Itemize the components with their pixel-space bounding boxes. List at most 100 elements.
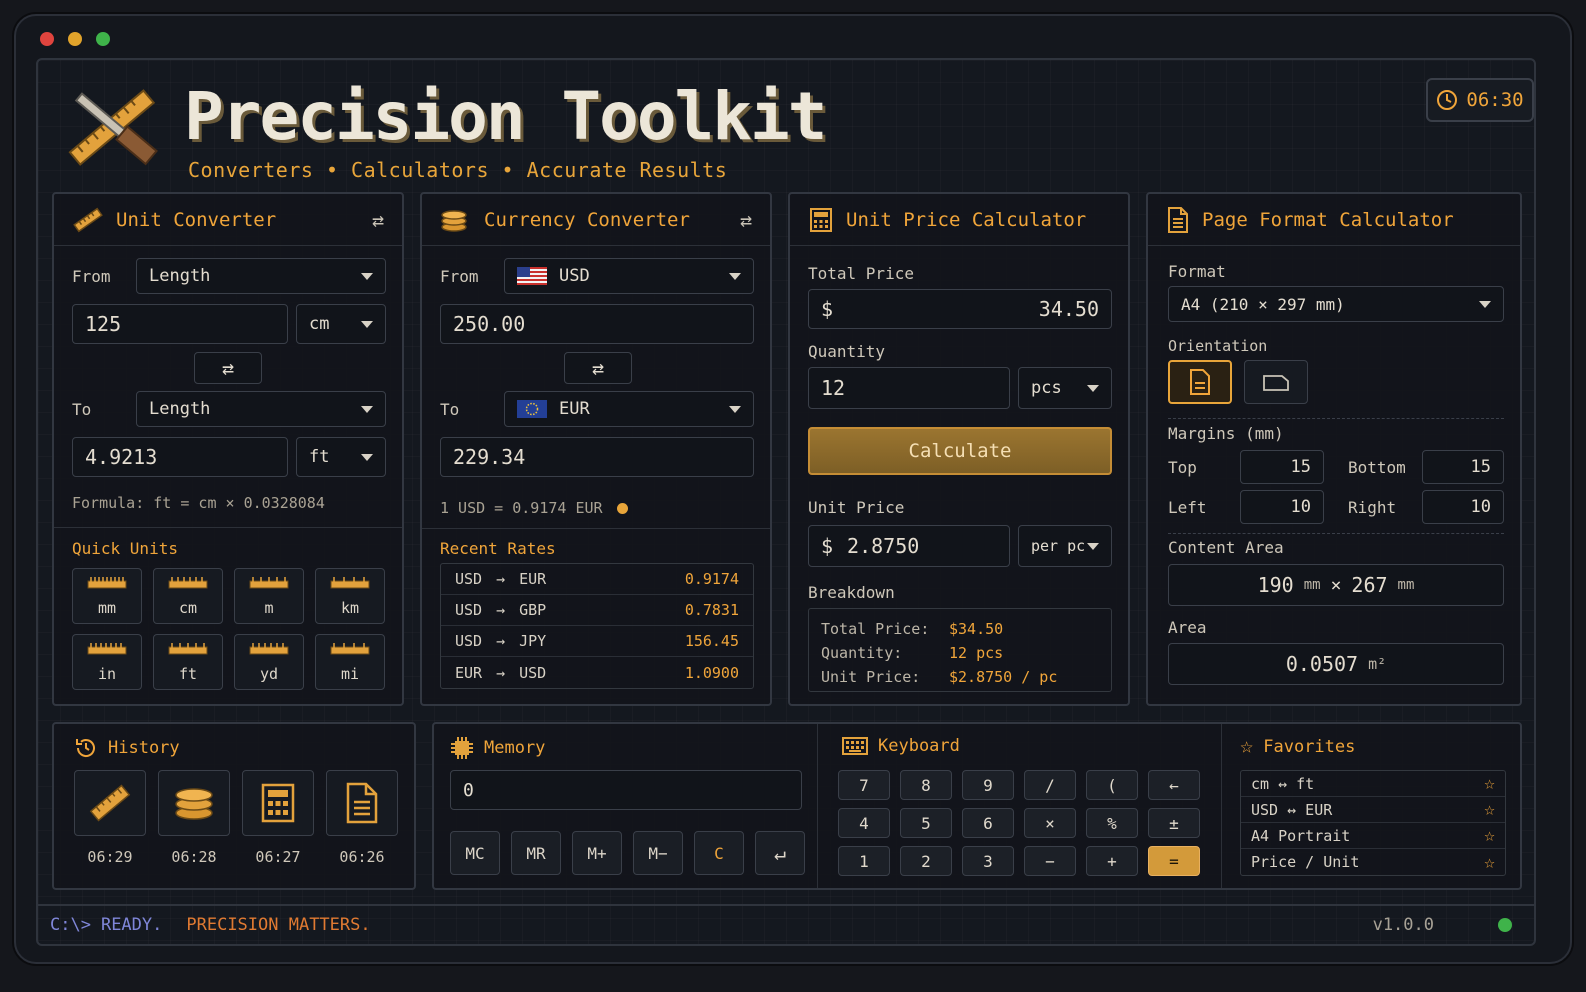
landscape-orientation-button[interactable] (1244, 360, 1308, 404)
right-margin-input[interactable]: 10 (1422, 490, 1504, 524)
key-plus-minus[interactable]: ± (1148, 808, 1200, 838)
from-amount-input[interactable]: 250.00 (440, 304, 754, 344)
ruler-icon (168, 575, 208, 593)
rate-row[interactable]: USD → GBP 0.7831 (441, 595, 753, 626)
portrait-orientation-button[interactable] (1168, 360, 1232, 404)
rate-to: USD (519, 663, 547, 682)
from-category-select[interactable]: Length (136, 258, 386, 294)
command-prompt: C:\> (50, 915, 91, 935)
breakdown-row: Total Price: $34.50 (821, 617, 1099, 641)
quantity-input[interactable]: 12 (808, 367, 1010, 409)
rate-row[interactable]: EUR → USD 1.0900 (441, 657, 753, 688)
minimize-window-button[interactable] (68, 32, 82, 46)
memory-subtract-button[interactable]: M− (633, 831, 683, 875)
ruler-glyph (168, 577, 208, 589)
clear-button[interactable]: C (694, 831, 744, 875)
memory-clear-button[interactable]: MC (450, 831, 500, 875)
star-icon[interactable]: ☆ (1484, 825, 1495, 846)
key-3[interactable]: 3 (962, 846, 1014, 876)
key-plus[interactable]: + (1086, 846, 1138, 876)
tools-panel: Memory 0 MC MR M+ M− C ↵ Keyboard 7 8 9 … (432, 722, 1522, 890)
unit-converter-panel: Unit Converter ⇄ From Length 125 cm ⇄ To… (52, 192, 404, 706)
star-icon[interactable]: ☆ (1484, 852, 1495, 873)
swap-currencies-icon[interactable]: ⇄ (740, 208, 752, 232)
key-7[interactable]: 7 (838, 770, 890, 800)
favorite-item[interactable]: cm ↔ ft ☆ (1241, 771, 1505, 797)
from-unit-select[interactable]: cm (296, 304, 386, 344)
swap-units-icon[interactable]: ⇄ (372, 208, 384, 232)
key-multiply[interactable]: × (1024, 808, 1076, 838)
favorite-item[interactable]: A4 Portrait ☆ (1241, 823, 1505, 849)
star-icon[interactable]: ☆ (1484, 773, 1495, 794)
key-5[interactable]: 5 (900, 808, 952, 838)
main-screen: Precision Toolkit Converters • Calculato… (36, 58, 1536, 946)
quick-unit-yd[interactable]: yd (234, 634, 304, 690)
key-1[interactable]: 1 (838, 846, 890, 876)
chevron-down-icon (1087, 384, 1099, 392)
favorite-item[interactable]: USD ↔ EUR ☆ (1241, 797, 1505, 823)
quantity-unit-select[interactable]: pcs (1018, 367, 1112, 409)
from-value-input[interactable]: 125 (72, 304, 288, 344)
key-9[interactable]: 9 (962, 770, 1014, 800)
quick-unit-in[interactable]: in (72, 634, 142, 690)
history-entry-button[interactable] (158, 770, 230, 836)
swap-direction-button[interactable]: ⇄ (194, 352, 262, 384)
enter-button[interactable]: ↵ (755, 831, 805, 875)
maximize-window-button[interactable] (96, 32, 110, 46)
orientation-label: Orientation (1168, 337, 1268, 355)
quick-unit-cm[interactable]: cm (153, 568, 223, 624)
memory-header: Memory (450, 736, 545, 760)
status-ready: READY. (100, 915, 163, 935)
key-8[interactable]: 8 (900, 770, 952, 800)
swap-direction-button[interactable]: ⇄ (564, 352, 632, 384)
quick-unit-ft[interactable]: ft (153, 634, 223, 690)
favorites-title: Favorites (1263, 737, 1356, 757)
key-open-paren[interactable]: ( (1086, 770, 1138, 800)
format-select[interactable]: A4 (210 × 297 mm) (1168, 286, 1504, 322)
to-currency-select[interactable]: EUR (504, 391, 754, 427)
to-unit-select[interactable]: ft (296, 437, 386, 477)
portrait-page-icon (1190, 369, 1210, 395)
memory-recall-button[interactable]: MR (511, 831, 561, 875)
key-equals[interactable]: = (1148, 846, 1200, 876)
quantity-value: 12 (821, 376, 846, 400)
quick-unit-km[interactable]: km (315, 568, 385, 624)
rate-row[interactable]: USD → EUR 0.9174 (441, 564, 753, 595)
key-percent[interactable]: % (1086, 808, 1138, 838)
to-amount-input[interactable]: 229.34 (440, 437, 754, 477)
history-entry-button[interactable] (326, 770, 398, 836)
from-currency-select[interactable]: USD (504, 258, 754, 294)
unit-price-unit-select[interactable]: per pc (1018, 525, 1112, 567)
key-4[interactable]: 4 (838, 808, 890, 838)
rate-from: USD (455, 570, 483, 588)
ruler-glyph (330, 643, 370, 655)
star-icon[interactable]: ☆ (1484, 799, 1495, 820)
bottom-margin-input[interactable]: 15 (1422, 450, 1504, 484)
quick-unit-m[interactable]: m (234, 568, 304, 624)
times-sign: × (1330, 574, 1342, 596)
history-entry-button[interactable] (242, 770, 314, 836)
unit-price-title: Unit Price Calculator (846, 208, 1087, 231)
favorite-item[interactable]: Price / Unit ☆ (1241, 849, 1505, 875)
us-flag-icon (517, 267, 547, 285)
key-backspace[interactable]: ← (1148, 770, 1200, 800)
history-entry-button[interactable] (74, 770, 146, 836)
close-window-button[interactable] (40, 32, 54, 46)
to-category-select[interactable]: Length (136, 391, 386, 427)
quantity-unit-value: pcs (1031, 378, 1062, 398)
key-divide[interactable]: / (1024, 770, 1076, 800)
key-6[interactable]: 6 (962, 808, 1014, 838)
history-panel: History 06:29 06:28 06:27 06:26 (52, 722, 416, 890)
rate-row[interactable]: USD → JPY 156.45 (441, 626, 753, 657)
memory-add-button[interactable]: M+ (572, 831, 622, 875)
key-2[interactable]: 2 (900, 846, 952, 876)
key-minus[interactable]: − (1024, 846, 1076, 876)
calculate-button[interactable]: Calculate (808, 427, 1112, 475)
quick-unit-mm[interactable]: mm (72, 568, 142, 624)
top-margin-input[interactable]: 15 (1240, 450, 1324, 484)
quick-unit-mi[interactable]: mi (315, 634, 385, 690)
to-value-input[interactable]: 4.9213 (72, 437, 288, 477)
keyboard-header: Keyboard (842, 736, 960, 756)
left-margin-input[interactable]: 10 (1240, 490, 1324, 524)
total-price-input[interactable]: $ 34.50 (808, 289, 1112, 329)
